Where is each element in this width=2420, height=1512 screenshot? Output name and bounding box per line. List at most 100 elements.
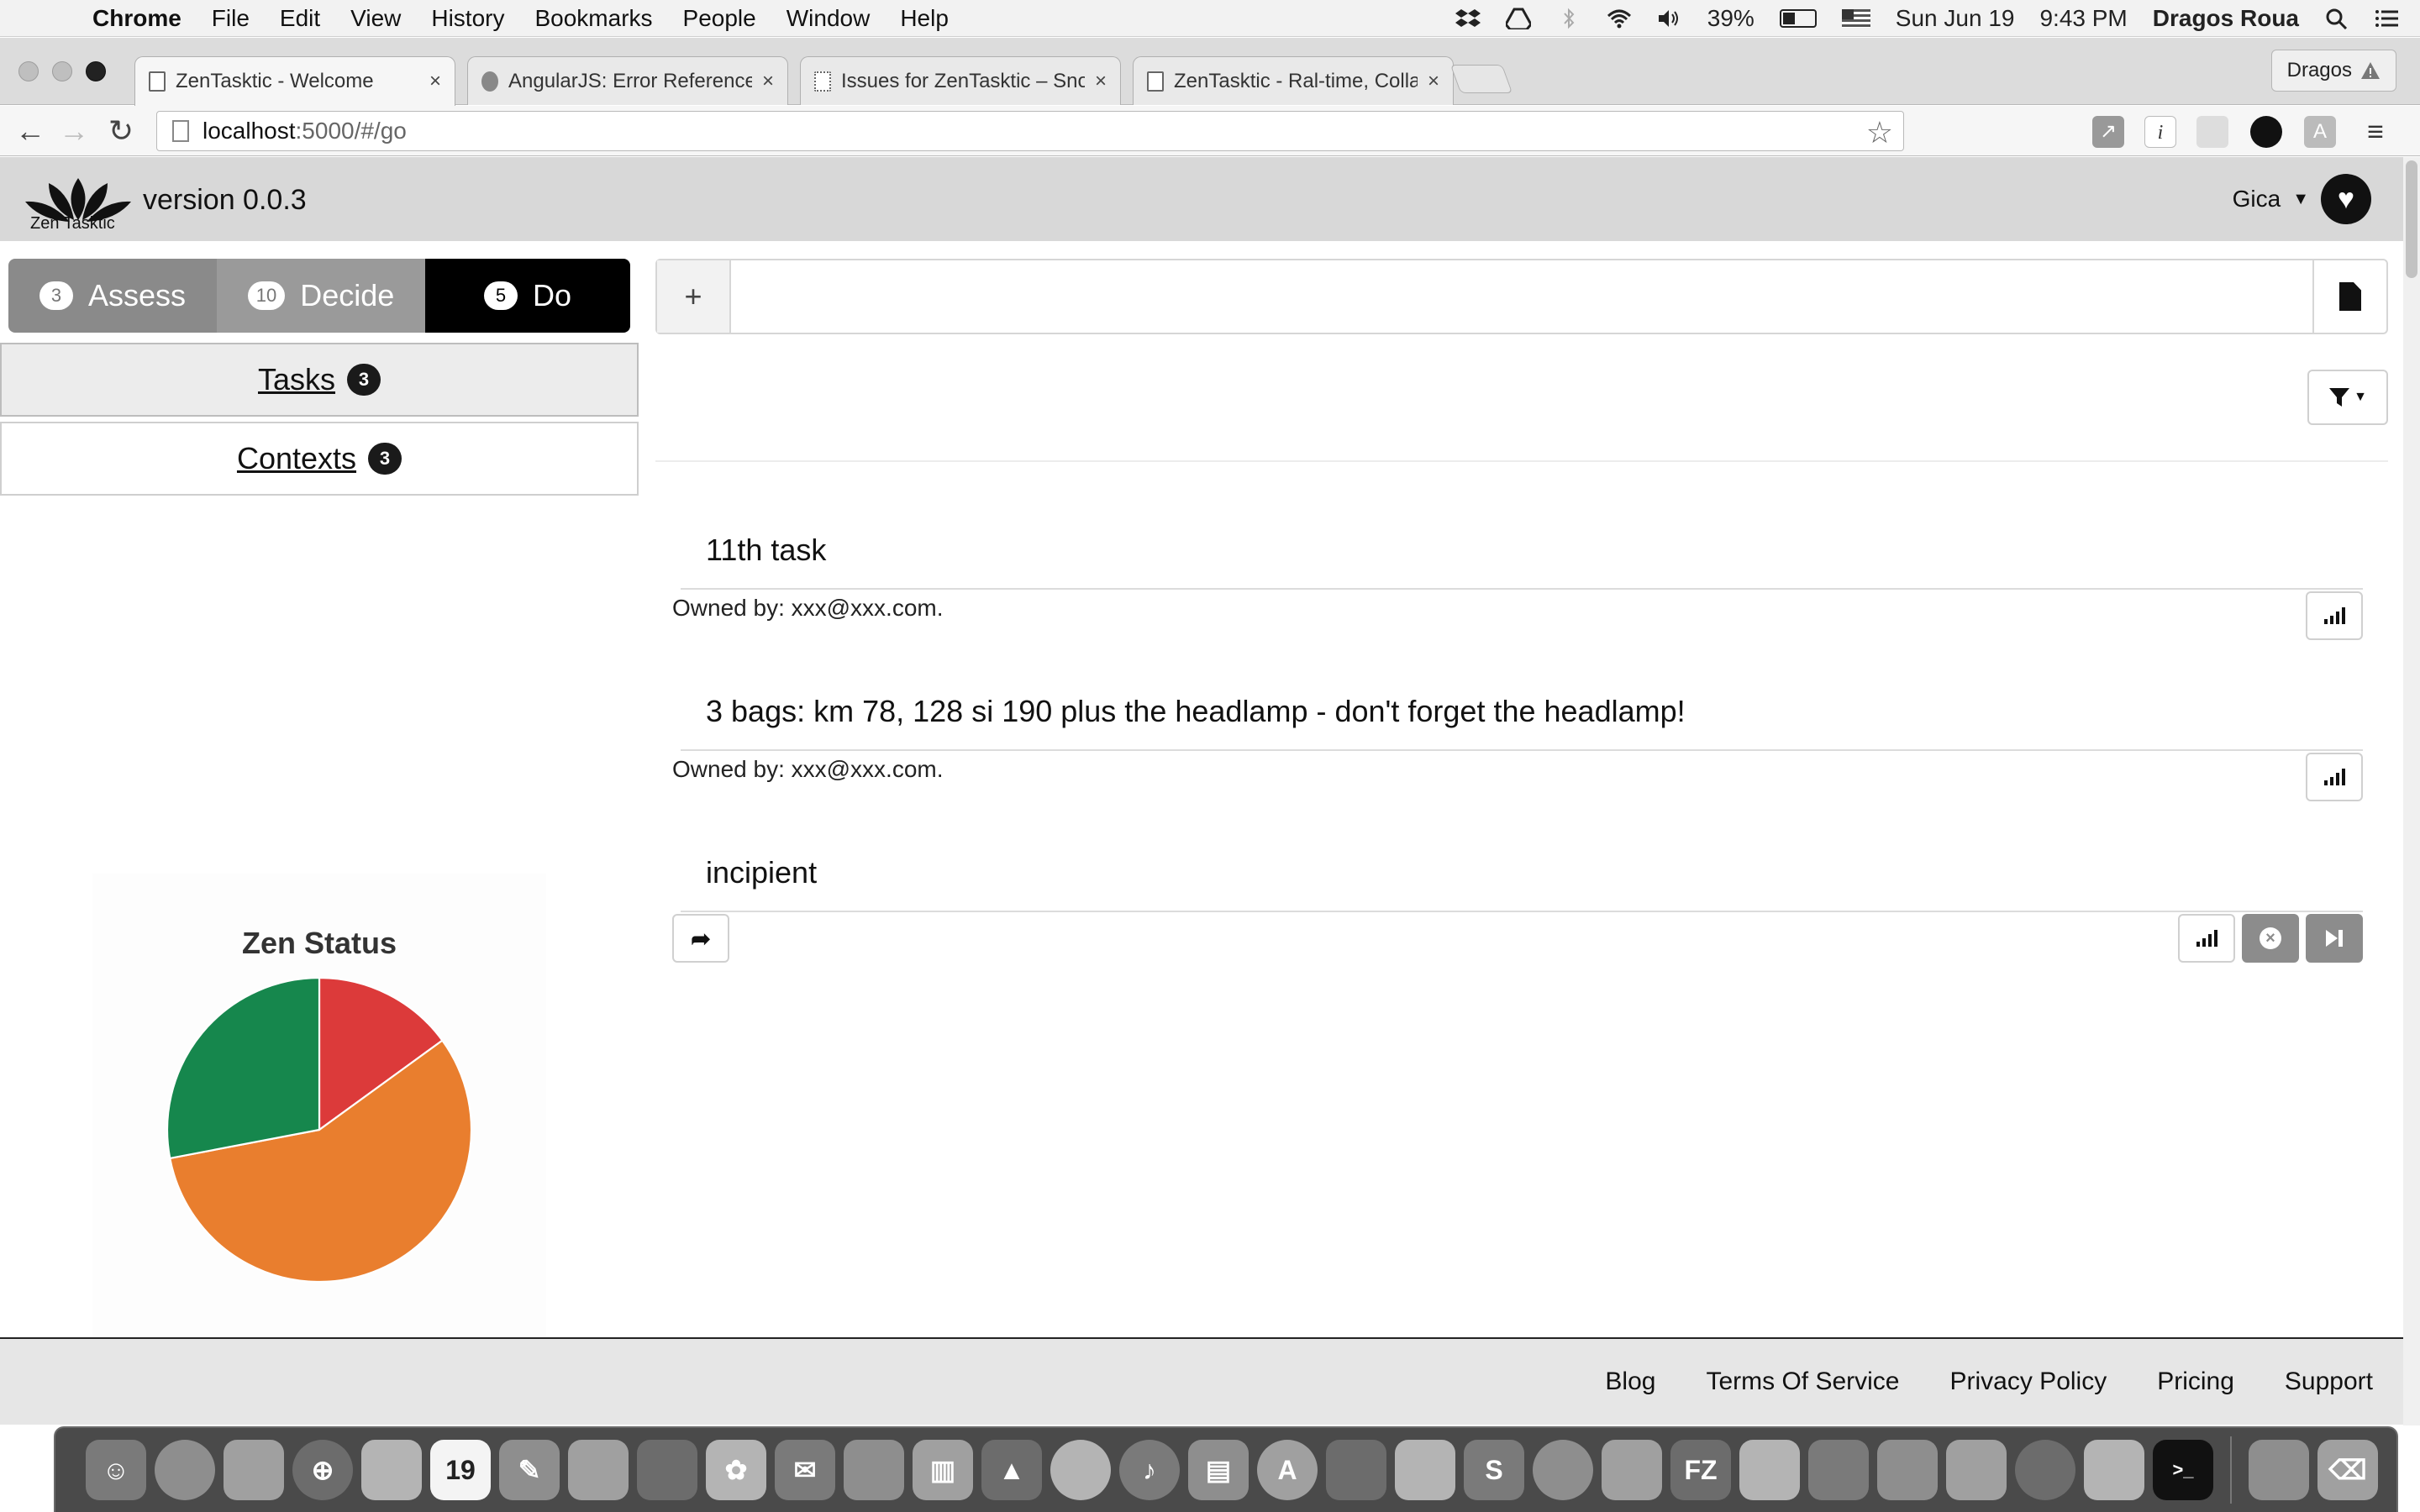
window-close-button[interactable] — [18, 61, 39, 81]
alfred-icon[interactable] — [1946, 1440, 2007, 1500]
photo-booth-icon[interactable] — [361, 1440, 422, 1500]
new-task-input[interactable] — [733, 260, 2284, 333]
profile-button[interactable]: Dragos — [2270, 50, 2396, 92]
terminal-icon[interactable]: >_ — [2153, 1440, 2213, 1500]
input-source-flag-icon[interactable] — [1841, 9, 1870, 28]
extension-pin-icon[interactable] — [2250, 116, 2282, 148]
mode-assess-button[interactable]: 3 Assess — [8, 259, 217, 333]
browser-tab-angularjs-errors[interactable]: AngularJS: Error Reference × — [467, 56, 788, 105]
new-tab-button[interactable] — [1449, 65, 1513, 93]
menu-app-name[interactable]: Chrome — [92, 5, 182, 32]
close-tab-icon[interactable]: × — [762, 70, 774, 93]
menu-people[interactable]: People — [683, 5, 756, 32]
close-tab-icon[interactable]: × — [1095, 70, 1107, 93]
reload-icon[interactable]: ↻ — [103, 113, 139, 150]
facetime-icon[interactable] — [637, 1440, 697, 1500]
sidebar-item-contexts[interactable]: Contexts 3 — [0, 422, 639, 496]
task-title[interactable]: 3 bags: km 78, 128 si 190 plus the headl… — [706, 694, 1686, 729]
page-info-icon[interactable] — [172, 120, 189, 142]
menubar-user[interactable]: Dragos Roua — [2153, 5, 2299, 32]
spotlight-search-icon[interactable] — [2324, 8, 2349, 29]
chrome-icon[interactable] — [1533, 1440, 1593, 1500]
notification-center-icon[interactable] — [2375, 8, 2400, 29]
window-minimize-button[interactable] — [52, 61, 72, 81]
address-bar[interactable]: localhost :5000/#/go ☆ — [156, 111, 1904, 151]
system-preferences-icon[interactable] — [1050, 1440, 1111, 1500]
keynote-icon[interactable]: ▲ — [981, 1440, 1042, 1500]
extension-chart-icon[interactable]: ↗ — [2092, 116, 2124, 148]
footer-link-support[interactable]: Support — [2285, 1368, 2373, 1396]
task-priority-button[interactable] — [2306, 591, 2363, 640]
task-priority-button[interactable] — [2306, 753, 2363, 801]
menu-view[interactable]: View — [350, 5, 401, 32]
wifi-icon[interactable] — [1607, 8, 1632, 29]
back-arrow-icon[interactable]: ← — [12, 113, 49, 150]
task-share-button[interactable]: ➦ — [672, 914, 729, 963]
sublime-icon[interactable]: S — [1464, 1440, 1524, 1500]
notes-icon[interactable]: ✎ — [499, 1440, 560, 1500]
safari-icon[interactable]: ⊕ — [292, 1440, 353, 1500]
bluetooth-icon[interactable] — [1556, 8, 1581, 29]
browser-tab-issues[interactable]: Issues for ZenTasktic – Sno × — [800, 56, 1121, 105]
footer-link-pricing[interactable]: Pricing — [2157, 1368, 2234, 1396]
document-button[interactable] — [2312, 260, 2386, 333]
trash-icon[interactable]: ⌫ — [2317, 1440, 2378, 1500]
app-store-icon[interactable]: A — [1257, 1440, 1318, 1500]
quill-icon[interactable] — [2084, 1440, 2144, 1500]
add-task-button[interactable]: + — [657, 260, 731, 333]
task-complete-button[interactable]: × — [2242, 914, 2299, 963]
image-app-icon[interactable] — [1808, 1440, 1869, 1500]
extension-font-icon[interactable]: A — [2304, 116, 2336, 148]
user-menu[interactable]: Gica ▼ ♥ — [2233, 174, 2371, 224]
footer-link-blog[interactable]: Blog — [1605, 1368, 1655, 1396]
close-tab-icon[interactable]: × — [429, 70, 441, 93]
menu-file[interactable]: File — [212, 5, 250, 32]
chrome-menu-icon[interactable]: ≡ — [2360, 116, 2391, 148]
mode-decide-button[interactable]: 10 Decide — [217, 259, 425, 333]
forward-arrow-icon[interactable]: → — [55, 113, 92, 150]
footer-link-privacy[interactable]: Privacy Policy — [1950, 1368, 2107, 1396]
menubar-time[interactable]: 9:43 PM — [2039, 5, 2127, 32]
numbers-icon[interactable]: ▥ — [913, 1440, 973, 1500]
ibooks-icon[interactable]: ▤ — [1188, 1440, 1249, 1500]
reminders-icon[interactable] — [844, 1440, 904, 1500]
menu-bookmarks[interactable]: Bookmarks — [534, 5, 652, 32]
sidebar-item-tasks[interactable]: Tasks 3 — [0, 343, 639, 417]
task-title[interactable]: 11th task — [706, 533, 826, 568]
task-priority-button[interactable] — [2178, 914, 2235, 963]
image-capture-icon[interactable] — [1326, 1440, 1386, 1500]
bookmark-star-icon[interactable]: ☆ — [1866, 115, 1893, 150]
finder-icon[interactable]: ☺ — [86, 1440, 146, 1500]
automator-icon[interactable] — [1877, 1440, 1938, 1500]
preview-icon[interactable] — [568, 1440, 629, 1500]
cyberduck-icon[interactable] — [1602, 1440, 1662, 1500]
simplenote-icon[interactable] — [2015, 1440, 2075, 1500]
menu-window[interactable]: Window — [786, 5, 871, 32]
menu-history[interactable]: History — [431, 5, 504, 32]
xcode-icon[interactable] — [1395, 1440, 1455, 1500]
mission-control-icon[interactable] — [224, 1440, 284, 1500]
filter-dropdown-button[interactable]: ▼ — [2307, 370, 2388, 425]
extension-info-icon[interactable]: i — [2144, 116, 2176, 148]
window-zoom-button[interactable] — [86, 61, 106, 81]
volume-icon[interactable] — [1657, 8, 1682, 29]
filezilla-icon[interactable]: FZ — [1670, 1440, 1731, 1500]
launchpad-icon[interactable] — [155, 1440, 215, 1500]
battery-icon[interactable] — [1779, 9, 1817, 28]
calendar-icon[interactable]: 19 — [430, 1440, 491, 1500]
mail-icon[interactable]: ✉ — [775, 1440, 835, 1500]
page-scrollbar[interactable] — [2403, 157, 2420, 1425]
close-tab-icon[interactable]: × — [1428, 70, 1439, 93]
disk-utility-icon[interactable] — [1739, 1440, 1800, 1500]
extension-drive-icon[interactable] — [2196, 116, 2228, 148]
menu-edit[interactable]: Edit — [280, 5, 320, 32]
mode-do-button[interactable]: 5 Do — [425, 259, 630, 333]
footer-link-terms[interactable]: Terms Of Service — [1706, 1368, 1899, 1396]
avatar[interactable]: ♥ — [2321, 174, 2371, 224]
dropbox-icon[interactable] — [1455, 8, 1481, 29]
documents-icon[interactable] — [2249, 1440, 2309, 1500]
menu-help[interactable]: Help — [900, 5, 949, 32]
task-title[interactable]: incipient — [706, 855, 817, 890]
google-drive-icon[interactable] — [1505, 8, 1531, 29]
browser-tab-zentasktic-realtime[interactable]: ZenTasktic - Ral-time, Colla × — [1133, 56, 1454, 105]
